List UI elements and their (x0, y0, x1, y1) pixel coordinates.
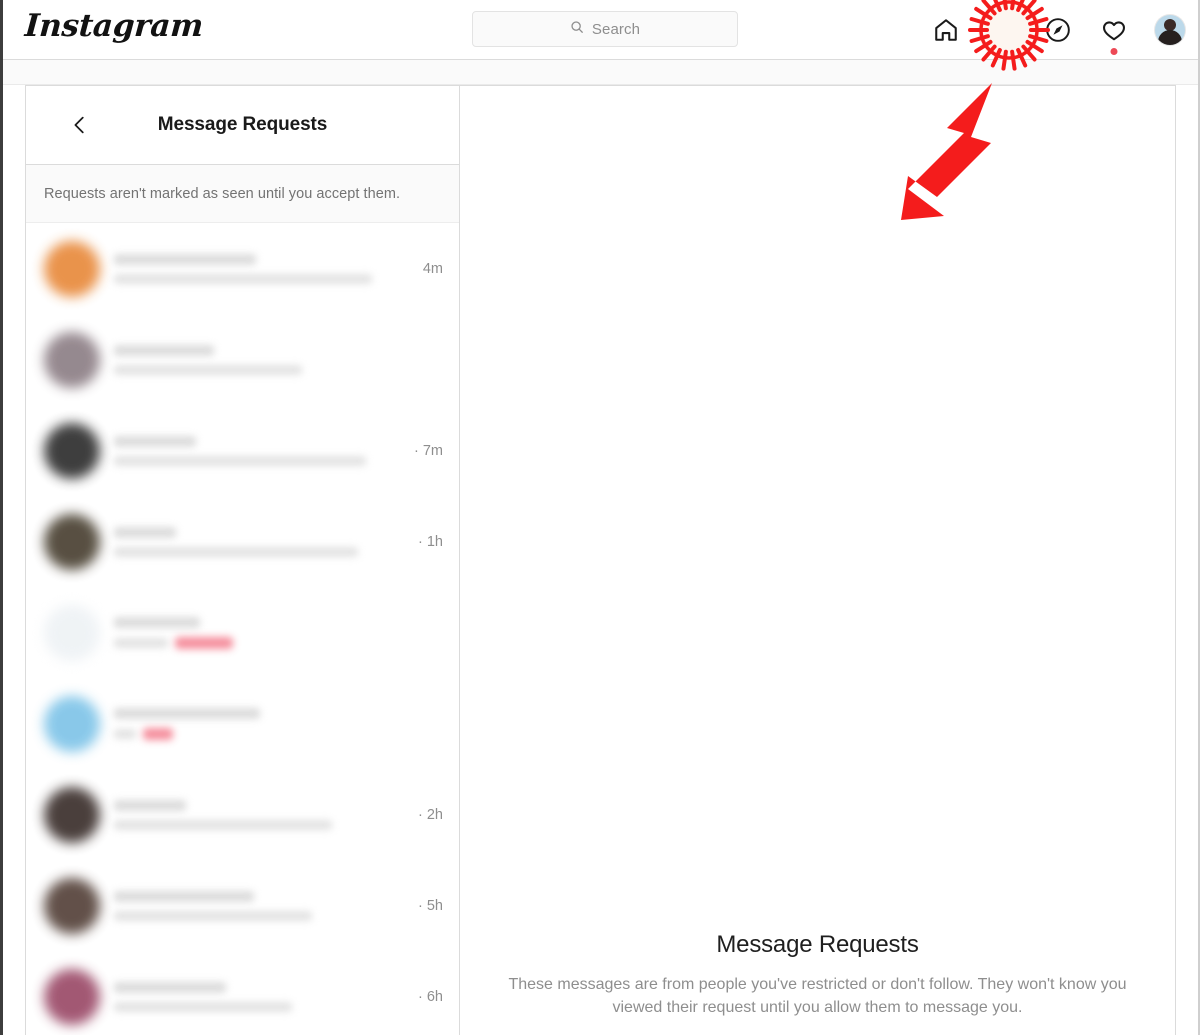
request-timestamp: · 2h (418, 806, 443, 823)
request-username-redacted (114, 526, 176, 538)
request-avatar (44, 331, 100, 388)
empty-state-description: These messages are from people you've re… (508, 975, 1127, 1016)
request-timestamp: 4m (422, 260, 443, 277)
request-text-block (114, 799, 408, 830)
request-preview-line (114, 455, 404, 466)
message-request-row[interactable]: · 1h (26, 496, 459, 587)
instagram-logo[interactable]: Instagram (24, 8, 205, 44)
home-icon[interactable] (930, 14, 962, 46)
request-preview-emoji-redacted (143, 727, 173, 740)
request-username-redacted (114, 435, 196, 447)
request-preview-redacted (114, 273, 372, 284)
activity-notification-dot (1110, 48, 1118, 55)
request-preview-redacted (114, 546, 358, 557)
message-request-row[interactable]: · 7m (26, 405, 459, 496)
request-username-redacted (114, 344, 214, 356)
message-request-row[interactable] (26, 587, 459, 678)
request-text-block (114, 435, 404, 466)
request-timestamp: · 5h (418, 897, 443, 914)
message-requests-detail-panel: Message Requests These messages are from… (460, 86, 1175, 1035)
message-request-row[interactable]: · 2h (26, 769, 459, 860)
nav-icon-group (930, 0, 1186, 60)
request-timestamp: · 6h (418, 988, 443, 1005)
top-navigation-bar: Instagram Search (3, 0, 1198, 60)
request-username-redacted (114, 799, 186, 811)
request-preview-redacted (114, 910, 312, 921)
request-text-block (114, 526, 408, 557)
inbox-header: Message Requests (26, 86, 459, 165)
request-avatar (44, 604, 100, 661)
request-preview-line (114, 364, 433, 375)
direct-messages-panel: Message Requests Requests aren't marked … (25, 85, 1176, 1035)
request-preview-line (114, 546, 408, 557)
requests-notice-text: Requests aren't marked as seen until you… (44, 185, 401, 202)
request-preview-line (114, 636, 433, 649)
avatar-body (1158, 30, 1182, 45)
message-request-row[interactable] (26, 314, 459, 405)
request-preview-line (114, 727, 433, 740)
message-requests-list: 4m · 7m · 1h · 2h · 5h · 6h (26, 223, 459, 1035)
request-text-block (114, 616, 433, 649)
activity-heart-icon[interactable] (1098, 14, 1130, 55)
request-avatar (44, 695, 100, 752)
request-preview-redacted (114, 728, 136, 739)
search-input[interactable]: Search (472, 11, 738, 47)
request-username-redacted (114, 981, 226, 993)
request-text-block (114, 253, 413, 284)
request-preview-emoji-redacted (175, 636, 233, 649)
request-preview-redacted (114, 819, 332, 830)
requests-notice-banner: Requests aren't marked as seen until you… (26, 165, 459, 223)
request-avatar (44, 513, 100, 570)
request-avatar (44, 877, 100, 934)
message-request-row[interactable] (26, 678, 459, 769)
request-preview-line (114, 1001, 408, 1012)
request-username-redacted (114, 616, 200, 628)
instagram-window: Instagram Search Message Requests Reques… (0, 0, 1200, 1035)
request-avatar (44, 786, 100, 843)
request-preview-line (114, 273, 413, 284)
request-preview-line (114, 819, 408, 830)
request-text-block (114, 707, 433, 740)
message-request-row[interactable]: 4m (26, 223, 459, 314)
request-timestamp: · 7m (414, 442, 443, 459)
page-title: Message Requests (157, 114, 328, 135)
search-placeholder: Search (591, 20, 641, 38)
request-username-redacted (114, 707, 260, 719)
message-requests-list-panel: Message Requests Requests aren't marked … (26, 86, 460, 1035)
request-preview-redacted (114, 364, 302, 375)
direct-messages-icon[interactable] (986, 14, 1018, 46)
request-preview-redacted (114, 637, 168, 648)
search-icon (570, 20, 584, 39)
request-text-block (114, 981, 408, 1012)
profile-avatar[interactable] (1154, 14, 1186, 46)
request-text-block (114, 344, 433, 375)
message-request-row[interactable]: · 6h (26, 951, 459, 1035)
request-avatar (44, 968, 100, 1025)
request-preview-redacted (114, 455, 366, 466)
request-avatar (44, 240, 100, 297)
request-timestamp: · 1h (418, 533, 443, 550)
explore-compass-icon[interactable] (1042, 14, 1074, 46)
request-username-redacted (114, 890, 254, 902)
sub-navigation-band (3, 60, 1198, 85)
chevron-left-icon (74, 116, 84, 134)
request-avatar (44, 422, 100, 479)
request-preview-line (114, 910, 408, 921)
avatar (1155, 15, 1185, 45)
empty-state: Message Requests These messages are from… (484, 931, 1152, 1019)
empty-state-title: Message Requests (716, 930, 919, 958)
request-preview-redacted (114, 1001, 292, 1012)
request-username-redacted (114, 253, 256, 265)
request-text-block (114, 890, 408, 921)
message-request-row[interactable]: · 5h (26, 860, 459, 951)
back-button[interactable] (66, 111, 94, 139)
